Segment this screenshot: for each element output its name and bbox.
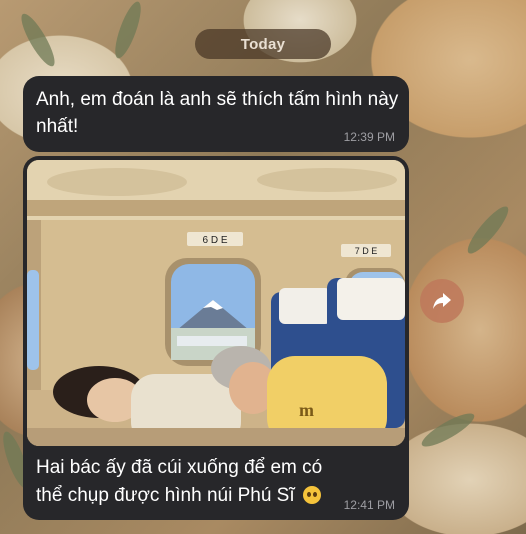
date-separator: Today [195,29,331,59]
share-arrow-icon [433,293,451,309]
message-timestamp: 12:41 PM [343,498,395,512]
wallpaper-leaf [418,408,478,452]
wallpaper-leaf [16,10,60,70]
seat-sign-6: 6 D E [202,235,227,246]
message-text: Hai bác ấy đã cúi xuống để em có thể chụ… [36,454,336,510]
message-photo[interactable]: 6 D E 7 D E m [27,160,405,446]
message-text-content: Hai bác ấy đã cúi xuống để em có thể chụ… [36,457,323,506]
seat-sign-7: 7 D E [355,246,378,256]
message-timestamp: 12:39 PM [343,130,395,144]
svg-text:m: m [299,400,314,420]
wallpaper-leaf [462,201,514,259]
photo-message-bubble[interactable]: 6 D E 7 D E m Hai bác ấy đã cúi xuống để… [23,156,409,520]
train-interior-photo: 6 D E 7 D E m [27,160,405,446]
wallpaper-leaf [110,0,146,61]
pleading-face-emoji-icon [302,486,321,504]
forward-button[interactable] [420,279,464,323]
message-bubble[interactable]: Anh, em đoán là anh sẽ thích tấm hình nà… [23,76,409,152]
